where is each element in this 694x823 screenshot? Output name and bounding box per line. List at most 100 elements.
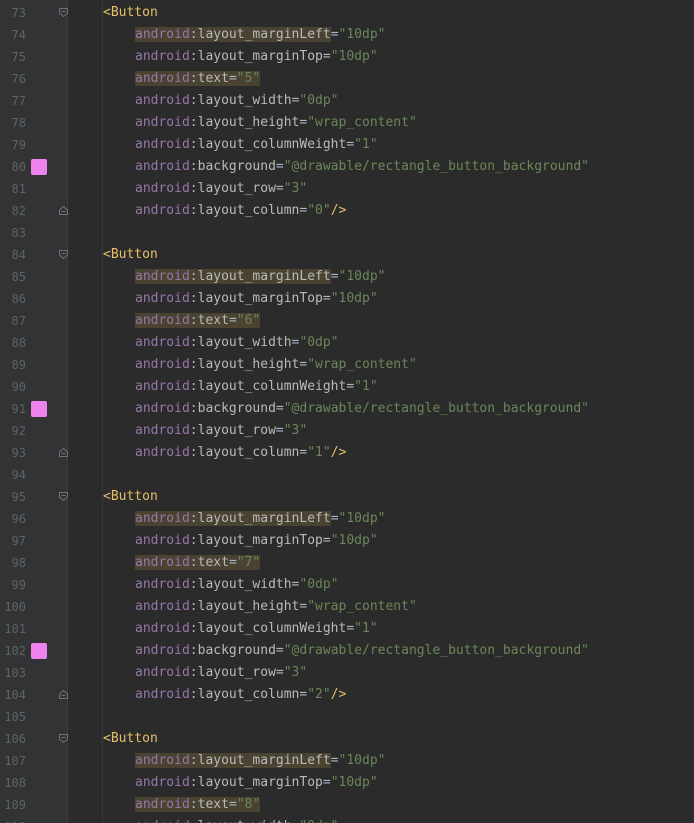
namespace-prefix: android: [135, 137, 190, 152]
fold-end-icon[interactable]: [59, 448, 68, 457]
tag-open: <Button: [103, 731, 158, 746]
code-line[interactable]: 98 android:text="7": [0, 552, 694, 574]
colon: :: [189, 445, 198, 460]
color-swatch-icon[interactable]: [31, 401, 47, 417]
code-text: android:layout_marginTop="10dp": [135, 288, 378, 310]
code-text: android:layout_marginLeft="10dp": [135, 24, 385, 46]
code-line[interactable]: 101 android:layout_columnWeight="1": [0, 618, 694, 640]
code-text: <Button: [103, 728, 158, 750]
code-line[interactable]: 106 <Button: [0, 728, 694, 750]
code-line[interactable]: 75 android:layout_marginTop="10dp": [0, 46, 694, 68]
namespace-prefix: android: [135, 621, 190, 636]
code-line[interactable]: 103 android:layout_row="3": [0, 662, 694, 684]
attribute-key: layout_row: [197, 423, 276, 438]
code-line[interactable]: 85 android:layout_marginLeft="10dp": [0, 266, 694, 288]
attribute-value: "0dp": [299, 819, 338, 823]
code-text: android:layout_width="0dp": [135, 90, 339, 112]
code-line[interactable]: 97 android:layout_marginTop="10dp": [0, 530, 694, 552]
attribute-key: layout_row: [197, 181, 276, 196]
code-line[interactable]: 78 android:layout_height="wrap_content": [0, 112, 694, 134]
code-line[interactable]: 96 android:layout_marginLeft="10dp": [0, 508, 694, 530]
attribute-name: android:layout_height: [135, 599, 299, 614]
line-number: 83: [11, 226, 26, 240]
namespace-prefix: android: [135, 555, 190, 570]
code-line[interactable]: 90 android:layout_columnWeight="1": [0, 376, 694, 398]
code-line[interactable]: 110 android:layout_width="0dp": [0, 816, 694, 823]
line-number: 88: [11, 336, 26, 350]
color-swatch-icon[interactable]: [31, 159, 47, 175]
attribute-key: layout_marginLeft: [197, 27, 331, 42]
attribute-name: android:layout_marginTop: [135, 533, 323, 548]
code-line[interactable]: 92 android:layout_row="3": [0, 420, 694, 442]
attribute-key: layout_marginTop: [197, 533, 323, 548]
namespace-prefix: android: [135, 775, 190, 790]
code-line[interactable]: 86 android:layout_marginTop="10dp": [0, 288, 694, 310]
code-line[interactable]: 88 android:layout_width="0dp": [0, 332, 694, 354]
fold-start-icon[interactable]: [59, 250, 68, 259]
attribute-key: layout_width: [197, 93, 292, 108]
code-line[interactable]: 80 android:background="@drawable/rectangl…: [0, 156, 694, 178]
attribute-key: text: [197, 71, 229, 86]
code-line[interactable]: 108 android:layout_marginTop="10dp": [0, 772, 694, 794]
attribute-name: android:layout_column: [135, 687, 299, 702]
attribute-value: "10dp": [338, 27, 386, 42]
code-text: android:layout_marginLeft="10dp": [135, 508, 385, 530]
namespace-prefix: android: [135, 335, 190, 350]
code-line[interactable]: 89 android:layout_height="wrap_content": [0, 354, 694, 376]
code-line[interactable]: 109 android:text="8": [0, 794, 694, 816]
code-line[interactable]: 102 android:background="@drawable/rectang…: [0, 640, 694, 662]
code-line[interactable]: 73 <Button: [0, 2, 694, 24]
attribute-key: layout_columnWeight: [197, 379, 347, 394]
code-line[interactable]: 79 android:layout_columnWeight="1": [0, 134, 694, 156]
equals: =: [322, 49, 331, 64]
code-line[interactable]: 107 android:layout_marginLeft="10dp": [0, 750, 694, 772]
code-text: android:layout_marginTop="10dp": [135, 530, 378, 552]
attribute-value: "0dp": [299, 93, 339, 108]
code-text: android:background="@drawable/rectangle_…: [135, 156, 589, 178]
code-text: android:layout_columnWeight="1": [135, 134, 378, 156]
line-number: 101: [4, 622, 26, 636]
code-line[interactable]: 82 android:layout_column="0"/>: [0, 200, 694, 222]
code-editor[interactable]: 73 <Button 74 android:layout_marginLeft="10…: [0, 0, 694, 823]
tag-open: <Button: [103, 489, 158, 504]
attribute-name: android:layout_marginTop: [135, 291, 323, 306]
code-line[interactable]: 100 android:layout_height="wrap_content": [0, 596, 694, 618]
code-line[interactable]: 76 android:text="5": [0, 68, 694, 90]
fold-start-icon[interactable]: [59, 734, 68, 743]
attribute-value: "6": [236, 313, 261, 328]
color-swatch-icon[interactable]: [31, 643, 47, 659]
colon: :: [189, 511, 198, 526]
code-line[interactable]: 81 android:layout_row="3": [0, 178, 694, 200]
code-line[interactable]: 77 android:layout_width="0dp": [0, 90, 694, 112]
line-number: 85: [11, 270, 26, 284]
code-line[interactable]: 95 <Button: [0, 486, 694, 508]
equals: =: [275, 401, 284, 416]
attribute-value: "1": [354, 621, 378, 636]
fold-end-icon[interactable]: [59, 206, 68, 215]
colon: :: [189, 665, 198, 680]
namespace-prefix: android: [135, 797, 190, 812]
code-line[interactable]: 99 android:layout_width="0dp": [0, 574, 694, 596]
attribute-name: android:layout_column: [135, 445, 299, 460]
code-line[interactable]: 105: [0, 706, 694, 728]
code-line[interactable]: 91 android:background="@drawable/rectangl…: [0, 398, 694, 420]
attribute-key: layout_width: [197, 577, 292, 592]
equals: =: [228, 71, 237, 86]
namespace-prefix: android: [135, 599, 190, 614]
code-line[interactable]: 84 <Button: [0, 244, 694, 266]
attribute-name: android:layout_width: [135, 335, 292, 350]
fold-start-icon[interactable]: [59, 492, 68, 501]
code-line[interactable]: 104 android:layout_column="2"/>: [0, 684, 694, 706]
equals: =: [330, 753, 339, 768]
fold-start-icon[interactable]: [59, 8, 68, 17]
colon: :: [189, 533, 198, 548]
code-line[interactable]: 83: [0, 222, 694, 244]
fold-end-icon[interactable]: [59, 690, 68, 699]
line-number: 78: [11, 116, 26, 130]
equals: =: [346, 621, 355, 636]
code-line[interactable]: 93 android:layout_column="1"/>: [0, 442, 694, 464]
code-line[interactable]: 94: [0, 464, 694, 486]
code-line[interactable]: 87 android:text="6": [0, 310, 694, 332]
code-line[interactable]: 74 android:layout_marginLeft="10dp": [0, 24, 694, 46]
code-text: android:layout_height="wrap_content": [135, 596, 417, 618]
